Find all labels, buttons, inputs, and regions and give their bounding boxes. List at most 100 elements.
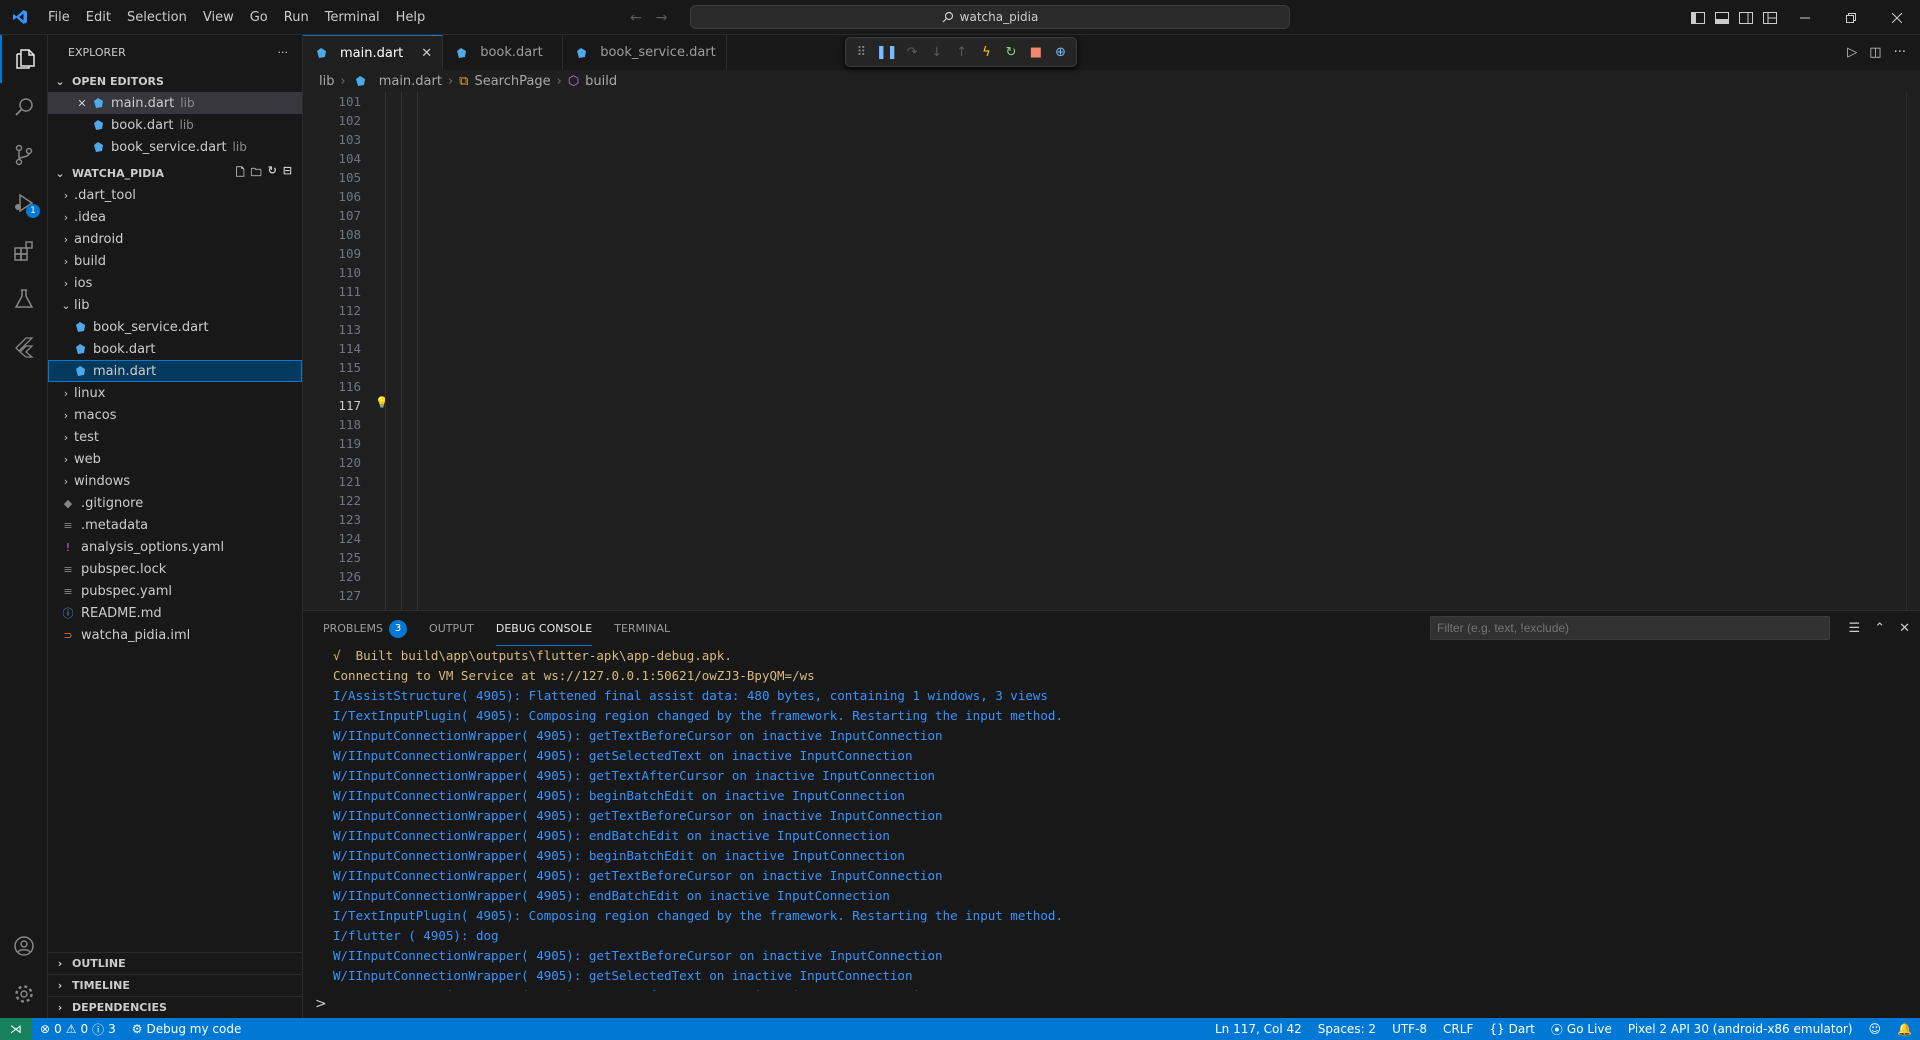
clear-console-icon[interactable]: ☰ xyxy=(1849,621,1861,636)
tree-file[interactable]: book_service.dart xyxy=(48,316,302,338)
breadcrumb-lib[interactable]: lib xyxy=(319,74,334,89)
breadcrumb-class[interactable]: SearchPage xyxy=(474,74,550,89)
more-actions-icon[interactable]: ··· xyxy=(1894,45,1906,60)
tree-folder[interactable]: › build xyxy=(48,250,302,272)
debug-status[interactable]: ⚙ Debug my code xyxy=(124,1018,250,1040)
tree-folder[interactable]: ⌄ lib xyxy=(48,294,302,316)
stop-icon[interactable]: ■ xyxy=(1027,45,1046,60)
tree-folder[interactable]: › macos xyxy=(48,404,302,426)
console-prompt[interactable]: > xyxy=(315,996,327,1012)
project-section[interactable]: ⌄ WATCHA_PIDIA 🗋 🗀 ↻ ⊟ xyxy=(48,162,302,184)
tree-file[interactable]: ◆ .gitignore xyxy=(48,492,302,514)
run-debug-activity[interactable]: 1 xyxy=(0,179,48,227)
close-panel-icon[interactable]: ✕ xyxy=(1899,621,1910,636)
restart-icon[interactable]: ↻ xyxy=(1002,45,1021,60)
breadcrumb-method[interactable]: build xyxy=(585,74,617,89)
device-selector[interactable]: Pixel 2 API 30 (android-x86 emulator) xyxy=(1620,1018,1861,1040)
cursor-position[interactable]: Ln 117, Col 42 xyxy=(1207,1018,1310,1040)
breadcrumb-file[interactable]: main.dart xyxy=(379,74,442,89)
code-editor[interactable]: 101 102 103 104 105 106 107 108 109 110 … xyxy=(303,92,1920,610)
menu-selection[interactable]: Selection xyxy=(119,0,195,35)
end-of-line[interactable]: CRLF xyxy=(1435,1018,1481,1040)
step-over-icon[interactable]: ↷ xyxy=(903,45,922,60)
open-editor-item[interactable]: book.dart lib xyxy=(48,114,302,136)
tab-output[interactable]: OUTPUT xyxy=(429,611,474,646)
lightbulb-icon[interactable]: 💡 xyxy=(375,396,389,409)
tree-folder[interactable]: › linux xyxy=(48,382,302,404)
tree-folder[interactable]: › test xyxy=(48,426,302,448)
tree-folder[interactable]: › .idea xyxy=(48,206,302,228)
feedback-icon[interactable]: ☺ xyxy=(1861,1018,1890,1040)
language-mode[interactable]: {} Dart xyxy=(1481,1018,1543,1040)
step-into-icon[interactable]: ↓ xyxy=(928,45,947,60)
command-center-search[interactable]: watcha_pidia xyxy=(690,5,1290,29)
tree-folder[interactable]: › ios xyxy=(48,272,302,294)
step-out-icon[interactable]: ↑ xyxy=(952,45,971,60)
collapse-all-icon[interactable]: ⊟ xyxy=(283,164,292,183)
source-control-activity[interactable] xyxy=(0,131,48,179)
refresh-icon[interactable]: ↻ xyxy=(268,164,277,183)
more-actions-icon[interactable]: ··· xyxy=(278,46,289,59)
close-icon[interactable]: ✕ xyxy=(421,46,432,61)
menu-view[interactable]: View xyxy=(195,0,242,35)
flutter-activity[interactable] xyxy=(0,323,48,371)
tree-file[interactable]: ≡ .metadata xyxy=(48,514,302,536)
toggle-primary-sidebar-icon[interactable] xyxy=(1686,0,1710,35)
run-dropdown-icon[interactable]: ▷ xyxy=(1847,45,1857,60)
search-activity[interactable] xyxy=(0,83,48,131)
open-editor-item[interactable]: book_service.dart lib xyxy=(48,136,302,158)
menu-file[interactable]: File xyxy=(40,0,78,35)
remote-icon[interactable]: ⋊ xyxy=(0,1018,32,1040)
tree-folder[interactable]: › .dart_tool xyxy=(48,184,302,206)
tree-file[interactable]: ⊃ watcha_pidia.iml xyxy=(48,624,302,646)
timeline-section[interactable]: › TIMELINE xyxy=(48,974,303,996)
devtools-icon[interactable]: ⊕ xyxy=(1051,45,1070,60)
tab-debug-console[interactable]: DEBUG CONSOLE xyxy=(495,611,593,646)
tree-file[interactable]: ! analysis_options.yaml xyxy=(48,536,302,558)
new-file-icon[interactable]: 🗋 xyxy=(236,164,245,183)
overview-ruler[interactable] xyxy=(1906,92,1920,610)
pause-icon[interactable]: ❚❚ xyxy=(876,45,898,60)
minimap[interactable] xyxy=(1790,92,1880,610)
menu-edit[interactable]: Edit xyxy=(78,0,119,35)
tree-file[interactable]: ⓘ README.md xyxy=(48,602,302,624)
menu-run[interactable]: Run xyxy=(276,0,317,35)
split-editor-icon[interactable]: ◫ xyxy=(1869,45,1881,60)
open-editors-section[interactable]: ⌄ OPEN EDITORS xyxy=(48,70,302,92)
extensions-activity[interactable] xyxy=(0,227,48,275)
outline-section[interactable]: › OUTLINE xyxy=(48,952,303,974)
tree-file-selected[interactable]: main.dart xyxy=(48,360,302,382)
encoding[interactable]: UTF-8 xyxy=(1384,1018,1435,1040)
close-window-icon[interactable] xyxy=(1874,0,1920,35)
tab-book-dart[interactable]: book.dart xyxy=(443,35,564,70)
minimize-icon[interactable] xyxy=(1782,0,1828,35)
tree-file[interactable]: book.dart xyxy=(48,338,302,360)
tree-folder[interactable]: › android xyxy=(48,228,302,250)
indentation[interactable]: Spaces: 2 xyxy=(1310,1018,1384,1040)
back-arrow-icon[interactable]: ← xyxy=(630,10,642,26)
testing-activity[interactable] xyxy=(0,275,48,323)
console-filter-input[interactable] xyxy=(1430,616,1830,640)
menu-help[interactable]: Help xyxy=(388,0,434,35)
toggle-panel-icon[interactable] xyxy=(1710,0,1734,35)
open-editor-item[interactable]: ✕ main.dart lib xyxy=(48,92,302,114)
tab-terminal[interactable]: TERMINAL xyxy=(614,611,670,646)
explorer-activity[interactable] xyxy=(0,35,48,83)
tab-main-dart[interactable]: main.dart ✕ xyxy=(303,35,444,70)
problems-status[interactable]: ⊗ 0 ⚠ 0 ⓘ 3 xyxy=(32,1018,124,1040)
accounts-activity[interactable] xyxy=(0,922,48,970)
restore-icon[interactable] xyxy=(1828,0,1874,35)
forward-arrow-icon[interactable]: → xyxy=(656,10,668,26)
manage-activity[interactable] xyxy=(0,970,48,1018)
notifications-icon[interactable]: 🔔 xyxy=(1889,1018,1920,1040)
toggle-secondary-sidebar-icon[interactable] xyxy=(1734,0,1758,35)
tree-file[interactable]: ≡ pubspec.yaml xyxy=(48,580,302,602)
menu-go[interactable]: Go xyxy=(242,0,276,35)
customize-layout-icon[interactable] xyxy=(1758,0,1782,35)
tree-folder[interactable]: › windows xyxy=(48,470,302,492)
dependencies-section[interactable]: › DEPENDENCIES xyxy=(48,996,303,1018)
tab-book-service-dart[interactable]: book_service.dart xyxy=(563,35,727,70)
tree-folder[interactable]: › web xyxy=(48,448,302,470)
close-icon[interactable]: ✕ xyxy=(74,97,90,110)
hot-reload-icon[interactable]: ϟ xyxy=(977,45,996,60)
